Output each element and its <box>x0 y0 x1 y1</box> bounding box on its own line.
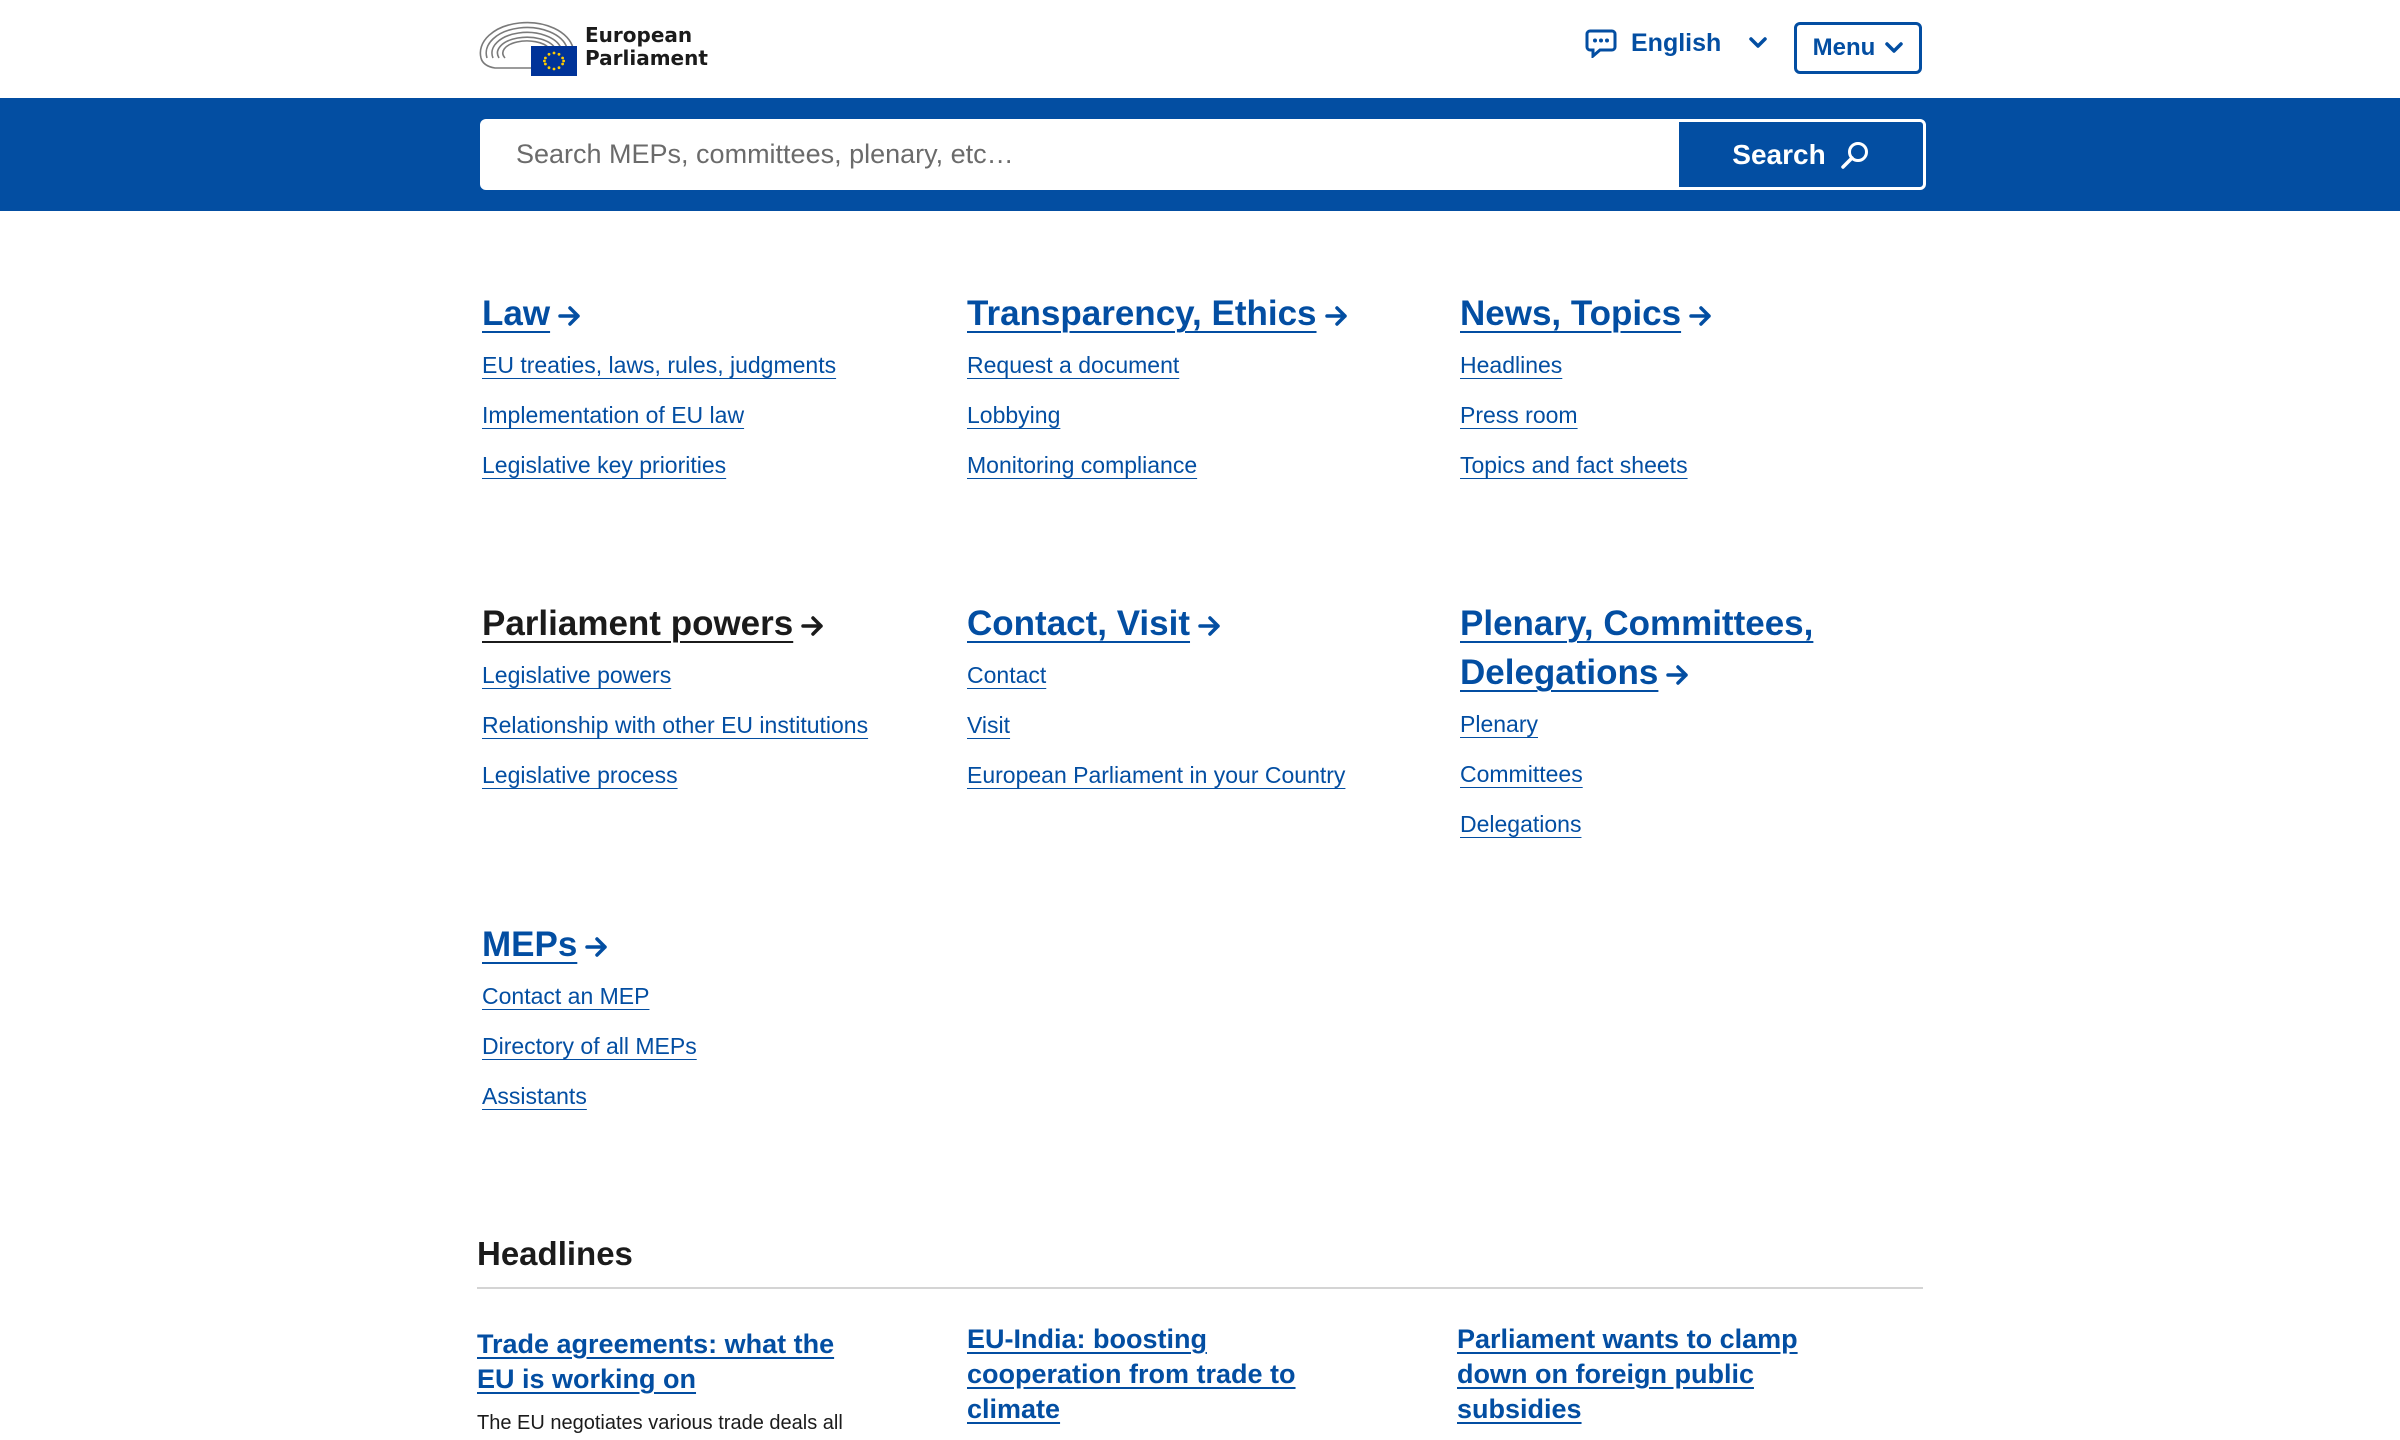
headline-card: Trade agreements: what the EU is working… <box>477 1327 857 1437</box>
logo-wordmark: European Parliament <box>585 24 708 70</box>
nav-heading-powers[interactable]: Parliament powers <box>482 604 825 643</box>
nav-heading-law[interactable]: Law <box>482 294 582 333</box>
search-button[interactable]: Search <box>1676 119 1926 190</box>
headline-summary: The EU negotiates various trade deals al… <box>477 1412 843 1434</box>
nav-link-eu-treaties[interactable]: EU treaties, laws, rules, judgments <box>482 352 836 378</box>
logo-line-2: Parliament <box>585 46 708 70</box>
nav-link-lobbying[interactable]: Lobbying <box>967 402 1060 428</box>
nav-heading-label-line-2: Delegations <box>1460 653 1659 692</box>
nav-link-ep-in-your-country[interactable]: European Parliament in your Country <box>967 762 1345 788</box>
nav-link-contact[interactable]: Contact <box>967 662 1046 688</box>
search-bar: Search <box>0 98 2400 211</box>
headlines-section: Headlines Trade agreements: what the EU … <box>477 1235 1923 1434</box>
nav-link-press-room[interactable]: Press room <box>1460 402 1578 428</box>
nav-link-plenary[interactable]: Plenary <box>1460 711 1538 737</box>
nav-link-committees[interactable]: Committees <box>1460 761 1583 787</box>
arrow-right-icon <box>1689 306 1711 326</box>
nav-section-news: News, Topics Headlines Press room Topics… <box>1460 289 1880 502</box>
nav-heading-meps[interactable]: MEPs <box>482 925 609 964</box>
nav-link-legislative-process[interactable]: Legislative process <box>482 762 678 788</box>
nav-link-legislative-powers[interactable]: Legislative powers <box>482 662 671 688</box>
nav-heading-label: News, Topics <box>1460 294 1682 333</box>
nav-heading-label: Contact, Visit <box>967 604 1191 643</box>
nav-heading-news[interactable]: News, Topics <box>1460 294 1713 333</box>
nav-heading-label: Transparency, Ethics <box>967 294 1317 333</box>
nav-section-meps: MEPs Contact an MEP Directory of all MEP… <box>482 920 902 1133</box>
nav-link-contact-mep[interactable]: Contact an MEP <box>482 983 649 1009</box>
nav-heading-label: Law <box>482 294 551 333</box>
nav-link-delegations[interactable]: Delegations <box>1460 811 1581 837</box>
nav-heading-plenary[interactable]: Plenary, Committees, Delegations <box>1460 604 1813 692</box>
chevron-down-icon <box>1749 37 1768 48</box>
nav-section-law: Law EU treaties, laws, rules, judgments … <box>482 289 902 502</box>
nav-section-plenary: Plenary, Committees, Delegations Plenary … <box>1460 599 1880 861</box>
nav-link-key-priorities[interactable]: Legislative key priorities <box>482 452 726 478</box>
arrow-right-icon <box>1666 665 1689 685</box>
headline-card: Parliament wants to clamp down on foreig… <box>1457 1322 1837 1427</box>
nav-link-visit[interactable]: Visit <box>967 712 1010 738</box>
menu-button[interactable]: Menu <box>1794 22 1922 74</box>
nav-section-transparency: Transparency, Ethics Request a document … <box>967 289 1387 502</box>
menu-label: Menu <box>1812 34 1876 61</box>
nav-link-request-document[interactable]: Request a document <box>967 352 1179 378</box>
nav-link-fact-sheets[interactable]: Topics and fact sheets <box>1460 452 1688 478</box>
logo-line-1: European <box>585 23 693 47</box>
arrow-right-icon <box>801 616 823 636</box>
headline-link[interactable]: EU-India: boosting cooperation from trad… <box>967 1324 1296 1424</box>
search-icon <box>1840 141 1868 169</box>
nav-link-relationship[interactable]: Relationship with other EU institutions <box>482 712 868 738</box>
nav-link-monitoring[interactable]: Monitoring compliance <box>967 452 1197 478</box>
arrow-right-icon <box>1324 306 1347 326</box>
nav-heading-label: MEPs <box>482 925 578 964</box>
navigation-grid: Law EU treaties, laws, rules, judgments … <box>477 211 1923 1291</box>
nav-section-powers: Parliament powers Legislative powers Rel… <box>482 599 902 812</box>
nav-link-directory-meps[interactable]: Directory of all MEPs <box>482 1033 697 1059</box>
speech-bubble-icon <box>1585 29 1617 58</box>
headline-link[interactable]: Trade agreements: what the EU is working… <box>477 1329 834 1394</box>
ep-logo[interactable]: European Parliament <box>477 18 708 76</box>
nav-heading-label: Parliament powers <box>482 604 794 643</box>
headline-link[interactable]: Parliament wants to clamp down on foreig… <box>1457 1324 1798 1424</box>
headline-card: EU-India: boosting cooperation from trad… <box>967 1322 1347 1427</box>
nav-link-headlines[interactable]: Headlines <box>1460 352 1562 378</box>
headlines-title: Headlines <box>477 1235 1923 1289</box>
nav-heading-contact[interactable]: Contact, Visit <box>967 604 1222 643</box>
parliament-hemicycle-logo-icon <box>479 21 577 76</box>
language-selector[interactable]: English <box>1585 28 1768 58</box>
arrow-right-icon <box>1198 616 1220 636</box>
nav-heading-label-line-1: Plenary, Committees, <box>1460 604 1814 643</box>
site-header: European Parliament English Menu Search … <box>0 0 2400 211</box>
arrow-right-icon <box>585 937 608 957</box>
search-input[interactable] <box>480 119 1676 190</box>
arrow-right-icon <box>558 306 580 326</box>
language-label: English <box>1631 28 1722 57</box>
nav-heading-transparency[interactable]: Transparency, Ethics <box>967 294 1349 333</box>
top-bar: European Parliament English Menu <box>0 0 2400 98</box>
chevron-down-icon <box>1885 42 1904 53</box>
nav-link-implementation[interactable]: Implementation of EU law <box>482 402 744 428</box>
search-button-label: Search <box>1732 138 1826 170</box>
nav-section-contact: Contact, Visit Contact Visit European Pa… <box>967 599 1387 812</box>
search-form: Search <box>480 119 1926 190</box>
main-content: Law EU treaties, laws, rules, judgments … <box>0 211 2400 1434</box>
nav-link-assistants[interactable]: Assistants <box>482 1083 587 1109</box>
